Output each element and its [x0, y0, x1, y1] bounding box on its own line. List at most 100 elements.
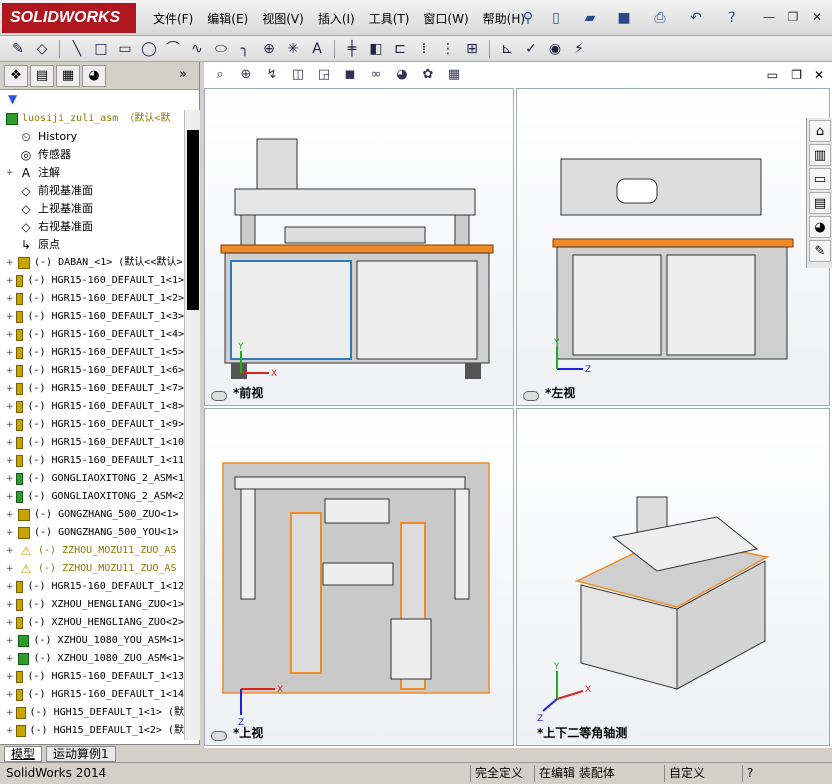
rectangle-icon[interactable]: □ [91, 39, 111, 59]
tree-item[interactable]: ◎ 传感器 [0, 146, 184, 164]
minimize-icon[interactable]: — [760, 8, 778, 26]
tree-item[interactable]: + (-) HGR15-160_DEFAULT_1<6> [0, 362, 184, 380]
tree-item[interactable]: + A 注解 [0, 164, 184, 182]
line-icon[interactable]: ╲ [67, 39, 87, 59]
tree-item[interactable]: + (-) HGR15-160_DEFAULT_1<5> [0, 344, 184, 362]
slot-icon[interactable]: ▭ [115, 39, 135, 59]
undo-icon[interactable]: ↶ [686, 8, 706, 28]
tree-item[interactable]: ↳ 原点 [0, 236, 184, 254]
expand-toggle-icon[interactable]: + [6, 272, 14, 290]
isometric-view-pane[interactable]: X Y Z *上下二等角轴测 [516, 408, 830, 746]
pin-icon[interactable]: ⚲ [518, 8, 538, 28]
rapid-sketch-icon[interactable]: ⚡ [569, 39, 589, 59]
expand-toggle-icon[interactable]: + [6, 722, 14, 740]
expand-toggle-icon[interactable]: + [6, 470, 14, 488]
view-settings-icon[interactable]: ▦ [444, 65, 464, 85]
smart-dimension-icon[interactable]: ◇ [32, 39, 52, 59]
tree-item[interactable]: + (-) HGR15-160_DEFAULT_1<1> [0, 272, 184, 290]
tree-item[interactable]: + (-) HGR15-160_DEFAULT_1<10 [0, 434, 184, 452]
design-library-icon[interactable]: ▥ [809, 144, 831, 166]
appearances-icon[interactable]: ◕ [809, 216, 831, 238]
tree-root[interactable]: luosiji_zuli_asm （默认<默 [0, 110, 184, 128]
save-icon[interactable]: ■ [614, 8, 634, 28]
apply-scene-icon[interactable]: ✿ [418, 65, 438, 85]
view-link-icon[interactable] [211, 391, 227, 401]
expand-toggle-icon[interactable]: + [6, 668, 14, 686]
tree-item[interactable]: ◇ 前视基准面 [0, 182, 184, 200]
tree-item[interactable]: + (-) HGR15-160_DEFAULT_1<4> [0, 326, 184, 344]
view-palette-icon[interactable]: ▤ [809, 192, 831, 214]
expand-toggle-icon[interactable]: + [6, 560, 16, 578]
tree-item[interactable]: + (-) XZHOU_1080_ZUO_ASM<1> [0, 650, 184, 668]
expand-toggle-icon[interactable]: + [6, 578, 14, 596]
open-folder-icon[interactable]: ▰ [580, 8, 600, 28]
circle-icon[interactable]: ◯ [139, 39, 159, 59]
tab-motion-study[interactable]: 运动算例1 [46, 745, 116, 762]
tree-item[interactable]: + (-) HGR15-160_DEFAULT_1<7> [0, 380, 184, 398]
expand-toggle-icon[interactable]: + [6, 506, 16, 524]
hide-show-icon[interactable]: ∞ [366, 65, 386, 85]
centerline-icon[interactable]: ✳ [283, 39, 303, 59]
expand-toggle-icon[interactable]: + [6, 524, 16, 542]
filter-icon[interactable]: ▼ [0, 90, 199, 108]
spline-icon[interactable]: ∿ [187, 39, 207, 59]
view-link-icon[interactable] [211, 731, 227, 741]
offset-icon[interactable]: ⊏ [390, 39, 410, 59]
tree-item[interactable]: + (-) XZHOU_1080_YOU_ASM<1> [0, 632, 184, 650]
feature-manager-tab-icon[interactable]: ❖ [4, 64, 28, 87]
expand-toggle-icon[interactable]: + [6, 326, 14, 344]
expand-toggle-icon[interactable]: + [6, 488, 14, 506]
tree-item[interactable]: + (-) GONGLIAOXITONG_2_ASM<1 [0, 470, 184, 488]
menu-item[interactable]: 视图(V) [255, 10, 311, 27]
text-icon[interactable]: A [307, 39, 327, 59]
section-view-icon[interactable]: ◫ [288, 65, 308, 85]
tree-item[interactable]: + (-) HGR15-160_DEFAULT_1<2> [0, 290, 184, 308]
sketch-icon[interactable]: ✎ [8, 39, 28, 59]
tree-scrollbar[interactable] [184, 110, 200, 740]
tree-item[interactable]: + (-) HGR15-160_DEFAULT_1<3> [0, 308, 184, 326]
tree-item[interactable]: ◇ 右视基准面 [0, 218, 184, 236]
tree-item[interactable]: + ⚠ (-) ZZHOU_MOZU11_ZUO_AS [0, 542, 184, 560]
tree-item[interactable]: + (-) HGR15-160_DEFAULT_1<9> [0, 416, 184, 434]
expand-toggle-icon[interactable]: + [6, 434, 14, 452]
expand-toggle-icon[interactable]: + [6, 254, 16, 272]
arc-icon[interactable]: ⌒ [163, 39, 183, 59]
top-view-pane[interactable]: X Z *上视 [204, 408, 514, 746]
menu-item[interactable]: 插入(I) [311, 10, 362, 27]
previous-view-icon[interactable]: ↯ [262, 65, 282, 85]
display-relations-icon[interactable]: ⊾ [497, 39, 517, 59]
expand-toggle-icon[interactable]: + [6, 416, 14, 434]
fillet-icon[interactable]: ╮ [235, 39, 255, 59]
expand-toggle-icon[interactable]: + [6, 650, 16, 668]
tree-item[interactable]: + (-) HGR15-160_DEFAULT_1<12 [0, 578, 184, 596]
close-icon[interactable]: ✕ [808, 8, 826, 26]
left-view-pane[interactable]: Z Y *左视 [516, 88, 830, 406]
scroll-thumb[interactable] [187, 130, 199, 310]
expand-toggle-icon[interactable]: + [6, 290, 14, 308]
display-manager-tab-icon[interactable]: ◕ [82, 64, 106, 87]
restore-icon[interactable]: ❐ [784, 8, 802, 26]
tree-item[interactable]: + (-) DABAN_<1> (默认<<默认> [0, 254, 184, 272]
configuration-manager-tab-icon[interactable]: ▦ [56, 64, 80, 87]
view-link-icon[interactable] [523, 391, 539, 401]
expand-toggle-icon[interactable]: + [6, 704, 14, 722]
menu-item[interactable]: 工具(T) [362, 10, 417, 27]
tile-view-icon[interactable]: ❐ [791, 68, 802, 82]
expand-toggle-icon[interactable]: + [6, 362, 14, 380]
tree-item[interactable]: + (-) XZHOU_HENGLIANG_ZUO<2> [0, 614, 184, 632]
view-orientation-icon[interactable]: ◲ [314, 65, 334, 85]
ellipse-icon[interactable]: ⬭ [211, 39, 231, 59]
expand-toggle-icon[interactable]: + [6, 308, 14, 326]
expand-toggle-icon[interactable]: + [6, 632, 16, 650]
edit-appearance-icon[interactable]: ◕ [392, 65, 412, 85]
expand-toggle-icon[interactable]: + [6, 344, 14, 362]
menu-item[interactable]: 窗口(W) [416, 10, 475, 27]
display-style-icon[interactable]: ◼ [340, 65, 360, 85]
new-document-icon[interactable]: ▯ [546, 8, 566, 28]
solidworks-resources-icon[interactable]: ⌂ [809, 120, 831, 142]
zoom-area-icon[interactable]: ⊕ [236, 65, 256, 85]
file-explorer-icon[interactable]: ▭ [809, 168, 831, 190]
tree-item[interactable]: + (-) HGR15-160_DEFAULT_1<8> [0, 398, 184, 416]
tree-item[interactable]: + (-) XZHOU_HENGLIANG_ZUO<1> [0, 596, 184, 614]
tree-item[interactable]: + (-) GONGLIAOXITONG_2_ASM<2 [0, 488, 184, 506]
